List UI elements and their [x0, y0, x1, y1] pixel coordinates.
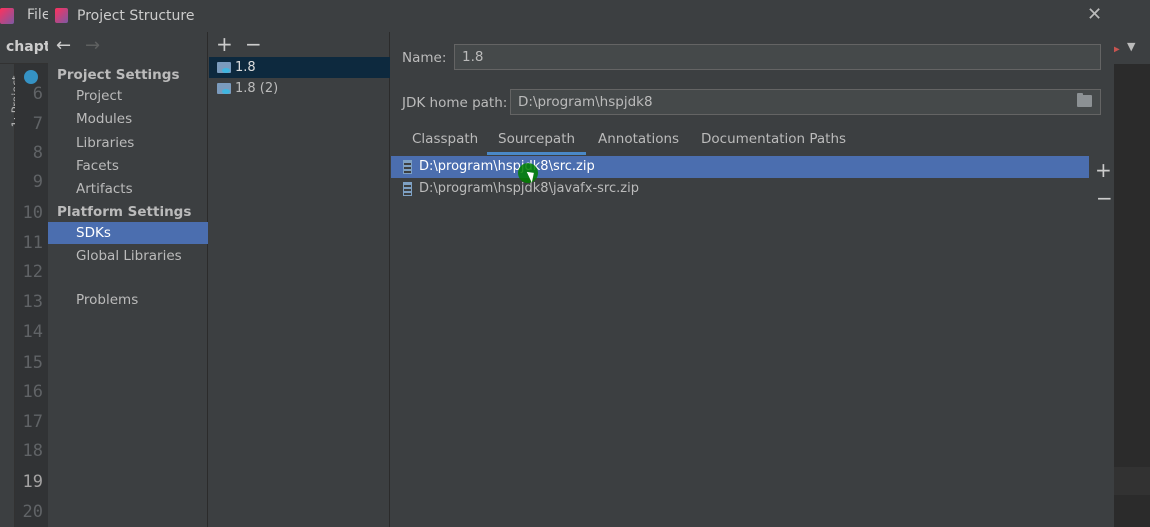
- jdk-folder-icon: [217, 62, 231, 73]
- jdk-home-field[interactable]: D:\program\hspjdk8: [510, 89, 1101, 115]
- name-field[interactable]: 1.8: [454, 44, 1101, 70]
- project-settings-header: Project Settings: [57, 67, 180, 83]
- dialog-titlebar: [48, 0, 1114, 32]
- line-number: 13: [22, 292, 43, 312]
- line-number: 8: [32, 143, 43, 163]
- nav-item-sdks[interactable]: SDKs: [48, 222, 208, 244]
- sdk-item-label: 1.8: [235, 60, 256, 75]
- archive-icon: [403, 182, 412, 196]
- close-icon[interactable]: ✕: [1087, 4, 1102, 25]
- tab-classpath[interactable]: Classpath: [412, 131, 478, 155]
- menu-file[interactable]: File: [27, 7, 50, 23]
- chevron-down-icon[interactable]: ▼: [1127, 40, 1135, 53]
- java-class-icon: [24, 70, 38, 84]
- sourcepath-list: [391, 155, 1089, 527]
- platform-settings-header: Platform Settings: [57, 204, 192, 220]
- line-number: 11: [22, 233, 43, 253]
- nav-item-modules[interactable]: Modules: [48, 108, 208, 130]
- line-number-current: 19: [22, 472, 43, 492]
- editor-caret-row: [1114, 467, 1150, 495]
- line-number: 17: [22, 412, 43, 432]
- line-number: 20: [22, 502, 43, 522]
- path-item-label: D:\program\hspjdk8\javafx-src.zip: [419, 181, 639, 196]
- path-list-item[interactable]: D:\program\hspjdk8\javafx-src.zip: [391, 178, 1089, 200]
- tool-window-strip: [0, 64, 15, 527]
- nav-item-facets[interactable]: Facets: [48, 155, 208, 177]
- line-number: 10: [22, 203, 43, 223]
- line-number: 6: [32, 84, 43, 104]
- nav-item-problems[interactable]: Problems: [48, 289, 208, 311]
- sdk-item-label: 1.8 (2): [235, 81, 279, 96]
- intellij-logo-icon: [0, 8, 14, 24]
- sdk-list-item[interactable]: 1.8: [209, 57, 390, 78]
- back-arrow-icon[interactable]: ←: [56, 35, 71, 56]
- line-number: 7: [32, 114, 43, 134]
- browse-folder-icon[interactable]: [1077, 93, 1092, 107]
- editor-area: [1114, 90, 1150, 527]
- nav-item-artifacts[interactable]: Artifacts: [48, 178, 208, 200]
- line-number: 15: [22, 353, 43, 373]
- path-item-label: D:\program\hspjdk8\src.zip: [419, 159, 595, 174]
- tab-documentation-paths[interactable]: Documentation Paths: [701, 131, 846, 155]
- dialog-title: Project Structure: [77, 8, 195, 24]
- remove-sdk-button[interactable]: −: [245, 32, 262, 56]
- line-number: 12: [22, 262, 43, 282]
- tab-sourcepath[interactable]: Sourcepath: [487, 131, 587, 155]
- name-label: Name:: [402, 50, 447, 66]
- remove-path-button[interactable]: −: [1096, 186, 1113, 210]
- sdk-list-panel: [209, 32, 390, 527]
- jdk-folder-icon: [217, 83, 231, 94]
- path-list-item[interactable]: D:\program\hspjdk8\src.zip: [391, 156, 1089, 178]
- line-number: 14: [22, 322, 43, 342]
- jdk-home-label: JDK home path:: [402, 95, 508, 111]
- forward-arrow-icon[interactable]: →: [85, 35, 100, 56]
- nav-item-global-libraries[interactable]: Global Libraries: [48, 245, 208, 267]
- line-number: 16: [22, 382, 43, 402]
- archive-icon: [403, 160, 412, 174]
- line-number: 9: [32, 172, 43, 192]
- sdk-list-item[interactable]: 1.8 (2): [209, 78, 390, 99]
- line-number: 18: [22, 441, 43, 461]
- tab-annotations[interactable]: Annotations: [598, 131, 679, 155]
- add-sdk-button[interactable]: +: [216, 32, 233, 56]
- editor-gutter: 6 7 8 9 10 11 12 13 14 15 16 17 18 19 20: [15, 64, 48, 527]
- nav-item-libraries[interactable]: Libraries: [48, 132, 208, 154]
- add-path-button[interactable]: +: [1095, 158, 1112, 182]
- nav-item-project[interactable]: Project: [48, 85, 208, 107]
- intellij-logo-icon: [55, 8, 68, 23]
